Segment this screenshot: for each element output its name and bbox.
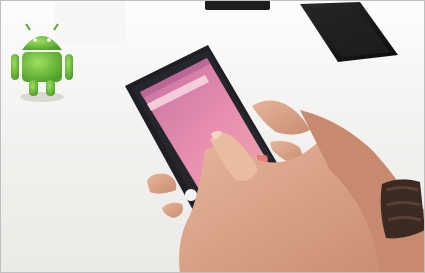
background-object xyxy=(205,0,270,10)
background-box xyxy=(55,0,125,42)
photo-frame xyxy=(0,0,425,273)
app-icon xyxy=(185,189,197,201)
photo-scene xyxy=(0,0,425,273)
